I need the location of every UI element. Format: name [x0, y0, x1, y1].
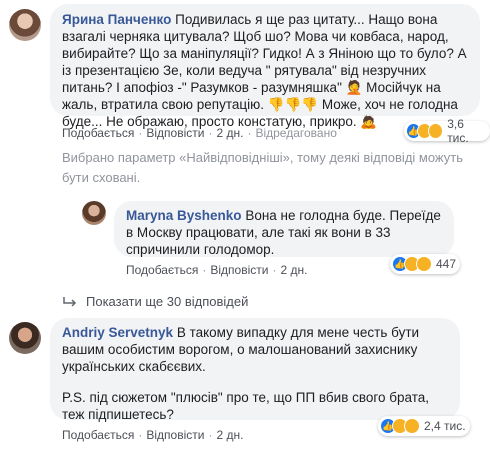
avatar[interactable] [82, 201, 106, 225]
sad-reaction-icon [416, 256, 432, 272]
reply-arrow-icon [63, 296, 77, 307]
timestamp[interactable]: 2 дн. [280, 263, 307, 277]
show-more-replies-link[interactable]: Показати ще 30 відповідей [62, 294, 248, 309]
filter-notice: Вибрано параметр «Найвідповідніші», тому… [62, 150, 463, 185]
timestamp[interactable]: 2 дн. [216, 428, 243, 442]
reactions-summary[interactable]: 👍 447 [390, 254, 461, 274]
reply-button[interactable]: Відповісти [146, 428, 204, 442]
reactions-count: 447 [436, 257, 457, 271]
wow-reaction-icon [404, 418, 420, 434]
like-button[interactable]: Подобається [62, 126, 134, 140]
reactions-summary[interactable]: 👍 3,6 тис. [404, 117, 490, 145]
like-button[interactable]: Подобається [126, 263, 198, 277]
comment-bubble: Andriy Servetnyk В такому випадку для ме… [50, 318, 460, 422]
comment-author[interactable]: Maryna Byshenko [126, 208, 242, 223]
edited-label: Відредаговано [255, 126, 337, 140]
reply-button[interactable]: Відповісти [210, 263, 268, 277]
reply-bubble: Maryna Byshenko Вона не голодна буде. Пе… [114, 201, 454, 257]
timestamp[interactable]: 2 дн. [216, 126, 243, 140]
comment-actions: Подобається · Відповісти · 2 дн. · Відредагова… [62, 126, 337, 140]
show-more-label: Показати ще 30 відповідей [86, 294, 249, 309]
avatar[interactable] [9, 322, 41, 354]
sad-reaction-icon [428, 123, 444, 139]
comment-bubble: Ярина Панченко Подивилась я ще раз цитат… [50, 4, 480, 129]
comment-actions: Подобається · Відповісти · 2 дн. [62, 428, 244, 442]
reply-button[interactable]: Відповісти [146, 126, 204, 140]
comment-text: Подивилась я ще раз цитату... Нащо вона … [62, 12, 467, 129]
like-button[interactable]: Подобається [62, 428, 134, 442]
comment-actions: Подобається · Відповісти · 2 дн. [126, 263, 308, 277]
comment-author[interactable]: Andriy Servetnyk [62, 325, 173, 340]
comment-author[interactable]: Ярина Панченко [62, 12, 171, 27]
reactions-count: 2,4 тис. [424, 419, 466, 433]
avatar[interactable] [9, 9, 41, 41]
reactions-summary[interactable]: 👍 2,4 тис. [378, 416, 470, 436]
reactions-count: 3,6 тис. [447, 117, 469, 145]
